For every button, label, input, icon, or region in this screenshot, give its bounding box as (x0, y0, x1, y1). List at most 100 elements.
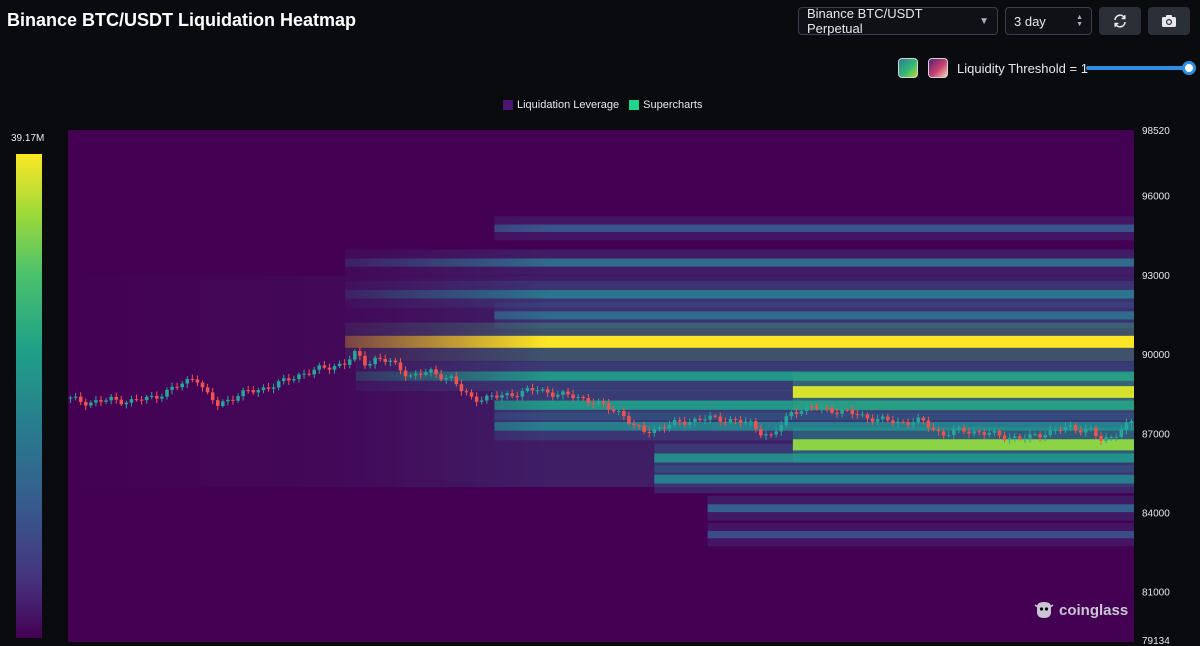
candle-body (317, 365, 322, 370)
candle-body (83, 401, 88, 406)
candle-body (307, 373, 311, 375)
candle-body (134, 399, 139, 401)
candle-body (825, 407, 829, 409)
candle-body (114, 396, 119, 400)
candle-body (941, 431, 946, 436)
candle-body (525, 387, 530, 391)
candle-body (561, 391, 565, 395)
candle-body (672, 420, 677, 425)
candle-body (784, 416, 789, 426)
candle-body (1068, 425, 1073, 427)
candle-body (246, 390, 250, 392)
candle-body (591, 403, 596, 405)
candle-body (358, 351, 362, 356)
candle-body (1104, 437, 1108, 441)
candle-body (901, 421, 905, 423)
candle-body (728, 419, 733, 423)
candle-body (231, 399, 235, 401)
candle-body (581, 396, 586, 399)
candle-body (1109, 437, 1113, 439)
candle-body (977, 431, 981, 433)
candle-body (982, 432, 987, 435)
candle-body (992, 430, 997, 433)
candle-body (226, 399, 230, 402)
candle-body (987, 432, 992, 435)
candle-body (855, 414, 860, 416)
heatmap-chart[interactable]: 98520 96000 93000 90000 87000 84000 81000 79134 (0, 0, 1200, 646)
candle-body (276, 381, 281, 388)
candle-body (444, 378, 448, 380)
coinglass-watermark: coinglass (1033, 599, 1128, 621)
candle-body (413, 373, 418, 376)
candle-body (383, 358, 388, 362)
candle-body (89, 402, 93, 406)
candle-body (550, 392, 555, 397)
candle-body (632, 423, 636, 426)
candle-body (931, 427, 936, 430)
candle-body (1023, 438, 1027, 440)
candle-body (281, 378, 286, 382)
candle-body (287, 378, 291, 381)
y-axis-tick-label: 79134 (1142, 636, 1170, 646)
candle-body (144, 396, 149, 401)
candle-body (312, 369, 316, 375)
candle-body (738, 419, 743, 423)
candle-body (205, 387, 210, 393)
candle-body (774, 431, 778, 435)
candle-body (1033, 434, 1037, 436)
candle-body (627, 416, 631, 424)
candle-body (556, 394, 560, 397)
candle-body (997, 430, 1002, 436)
candle-body (73, 396, 78, 398)
candle-body (576, 396, 580, 399)
candle-body (1028, 434, 1032, 439)
candle-body (1119, 429, 1124, 437)
y-axis-tick-label: 98520 (1142, 126, 1170, 137)
candle-body (748, 421, 753, 423)
candle-body (505, 393, 509, 396)
candle-body (332, 366, 337, 370)
candle-body (764, 434, 768, 436)
candle-body (794, 412, 799, 414)
candle-body (393, 360, 398, 363)
candle-body (200, 382, 205, 388)
candle-body (210, 392, 215, 401)
candle-body (424, 372, 428, 375)
candle-body (500, 395, 504, 398)
candle-body (896, 421, 900, 424)
candle-body (459, 384, 464, 392)
candle-body (175, 386, 179, 388)
candle-body (571, 394, 575, 399)
candle-body (1124, 422, 1129, 430)
y-axis-tick-label: 87000 (1142, 429, 1170, 440)
y-axis-tick-label: 84000 (1142, 508, 1170, 519)
candle-body (160, 396, 164, 399)
candle-body (860, 414, 865, 416)
watermark-text: coinglass (1059, 601, 1129, 619)
y-axis-tick-label: 93000 (1142, 271, 1170, 282)
candle-body (789, 412, 794, 417)
candle-body (302, 373, 306, 375)
candle-body (495, 395, 499, 398)
candle-body (251, 390, 256, 393)
candle-body (682, 421, 687, 425)
candle-body (520, 390, 525, 397)
candle-body (845, 409, 849, 411)
candle-body (1043, 435, 1047, 438)
candle-body (616, 411, 621, 413)
candle-body (373, 357, 377, 365)
candle-body (378, 357, 382, 359)
candle-body (936, 429, 941, 432)
candle-body (1048, 429, 1053, 436)
candle-body (1099, 435, 1103, 441)
candle-body (464, 391, 469, 393)
candle-body (388, 360, 393, 362)
candle-body (1094, 428, 1098, 436)
candle-body (698, 418, 702, 420)
candle-body (723, 421, 728, 423)
candle-body (99, 400, 103, 402)
candle-body (1012, 436, 1017, 438)
candle-body (1002, 435, 1007, 440)
candle-body (109, 396, 113, 401)
candle-body (662, 427, 667, 429)
